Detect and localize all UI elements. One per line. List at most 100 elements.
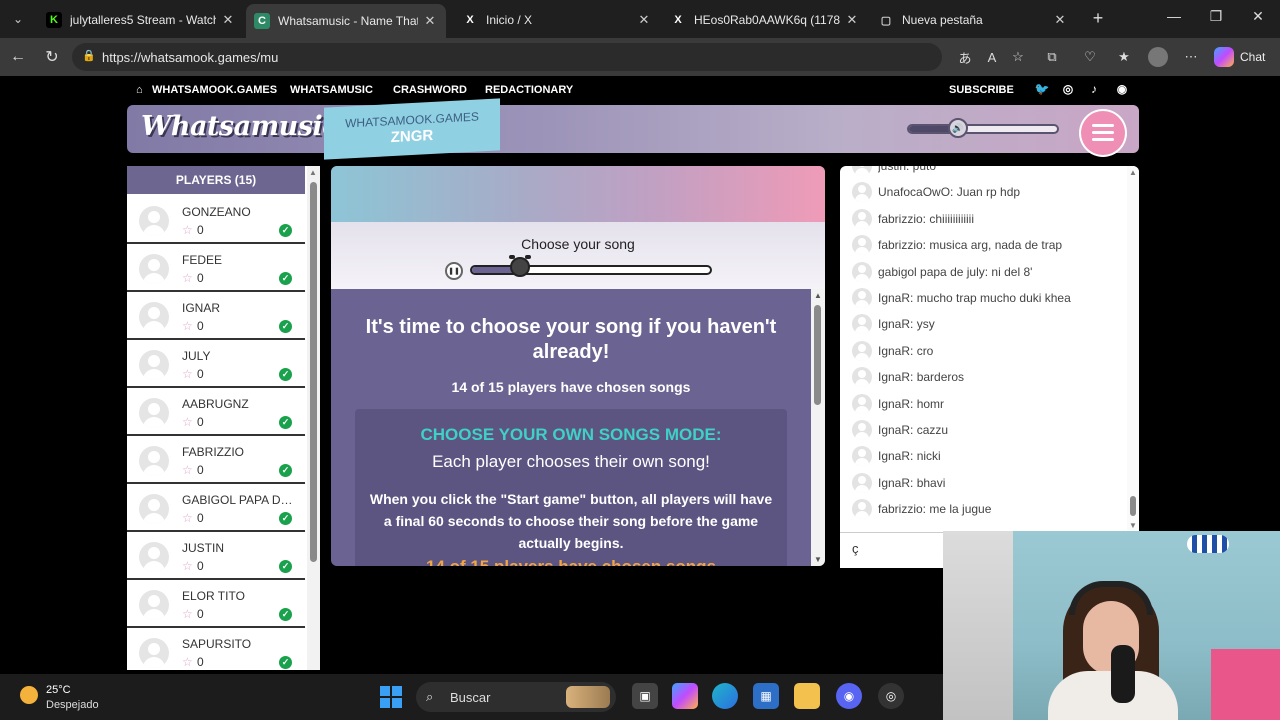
tab-close-icon[interactable]: ✕ [1052,12,1068,28]
home-icon[interactable]: ⌂ [136,84,143,96]
weather-widget[interactable]: 25°C Despejado [20,682,120,714]
tab-close-icon[interactable]: ✕ [422,13,438,29]
chat-avatar [852,261,872,282]
windows-start-icon[interactable] [380,686,402,708]
browser-tab-whatsamusic[interactable]: C Whatsamusic - Name That Tune ✕ [246,4,446,38]
whatsamusic-logo[interactable]: Whatsamusic [141,111,339,142]
player-avatar [139,446,169,476]
obs-app-icon[interactable]: ◎ [878,683,904,709]
more-menu-icon[interactable]: ⋯ [1181,47,1201,67]
player-row: AABRUGNZ ☆ 0 ✓ [127,388,305,436]
players-scrollbar[interactable]: ▲ [307,166,320,670]
translate-icon[interactable]: あ [955,47,975,67]
restore-icon[interactable]: ❐ [1196,8,1236,25]
browser-tab-x-home[interactable]: X Inicio / X ✕ [454,6,660,34]
windows-taskbar: 25°C Despejado ⌕ Buscar ▣ ▦ ◉ ◎ [0,674,943,720]
player-avatar [139,206,169,236]
check-icon: ✓ [279,464,292,477]
favorites-icon[interactable]: ★ [1114,47,1134,67]
back-arrow-icon[interactable]: ← [8,47,28,67]
player-row: GABIGOL PAPA DE JULY ☆ 0 ✓ [127,484,305,532]
discord-app-icon[interactable]: ◉ [836,683,862,709]
favorite-star-icon[interactable]: ☆ [1008,47,1028,67]
tab-close-icon[interactable]: ✕ [220,12,236,28]
scroll-down-arrow-icon[interactable]: ▼ [1129,521,1137,530]
mode-description: When you click the "Start game" button, … [369,491,773,551]
chat-message: IgnaR: mucho trap mucho duki khea [852,288,1124,308]
game-scrollbar[interactable]: ▲ ▼ [811,289,825,566]
player-name: FABRIZZIO [182,445,245,459]
new-tab-plus-icon[interactable]: + [1088,8,1108,28]
scroll-up-arrow-icon[interactable]: ▲ [814,291,822,300]
chat-message-text: IgnaR: nicki [878,449,941,464]
chat-message-text: fabrizzio: me la jugue [878,502,992,517]
address-bar[interactable]: 🔒 https://whatsamook.games/mu [72,43,942,71]
chat-scrollbar[interactable]: ▲ ▼ [1127,166,1139,532]
profile-avatar[interactable] [1148,47,1168,67]
scroll-up-arrow-icon[interactable]: ▲ [309,168,317,177]
volume-knob-speaker-icon[interactable]: 🔊 [948,118,968,138]
browser-tab-x-image[interactable]: X HEos0Rab0AAWK6q (1178×646) ✕ [662,6,868,34]
chat-message: IgnaR: homr [852,393,1124,414]
reload-icon[interactable]: ↻ [42,47,62,67]
choose-song-headline: It's time to choose your song if you hav… [365,316,777,363]
nav-whatsamusic-link[interactable]: WHATSAMUSIC [290,84,373,96]
scrollbar-thumb[interactable] [310,182,317,562]
minimize-icon[interactable]: — [1154,8,1194,24]
browser-tab-kick[interactable]: K julytalleres5 Stream - Watch Liv ✕ [38,6,244,34]
chat-input[interactable]: ç [840,532,944,568]
pause-button-icon[interactable]: ❚❚ [445,262,463,280]
taskbar-search[interactable]: ⌕ Buscar [416,682,616,712]
mode-info-box: CHOOSE YOUR OWN SONGS MODE: Each player … [355,409,787,566]
tab-close-icon[interactable]: ✕ [636,12,652,28]
game-header: Whatsamusic WHATSAMOOK.GAMES ZNGR 🔊 [127,98,1139,160]
x-favicon-icon: X [466,14,474,26]
tab-actions-icon[interactable]: ⌄ [8,9,28,29]
room-code-tag: WHATSAMOOK.GAMES ZNGR [324,98,500,160]
players-header: PLAYERS (15) [127,166,305,194]
scroll-up-arrow-icon[interactable]: ▲ [1129,168,1137,177]
nav-redactionary-link[interactable]: REDACTIONARY [485,84,573,96]
player-score: 0 [197,271,204,285]
player-avatar [139,302,169,332]
volume-slider[interactable]: 🔊 [907,118,1059,138]
copilot-icon [1214,47,1234,67]
microsoft-store-icon[interactable]: ▦ [753,683,779,709]
chat-avatar [852,420,872,440]
nav-subscribe-link[interactable]: SUBSCRIBE [949,84,1014,96]
chat-message: IgnaR: bhavi [852,472,1124,493]
scroll-down-arrow-icon[interactable]: ▼ [814,555,822,564]
discord-icon[interactable]: ◉ [1114,82,1130,98]
player-score: 0 [197,655,204,669]
nav-home-link[interactable]: WHATSAMOOK.GAMES [152,84,277,96]
nav-crashword-link[interactable]: CRASHWORD [393,84,467,96]
task-view-icon[interactable]: ▣ [632,683,658,709]
check-icon: ✓ [279,272,292,285]
tab-close-icon[interactable]: ✕ [844,12,860,28]
player-score: 0 [197,415,204,429]
instagram-icon[interactable]: ◎ [1060,82,1076,98]
copilot-app-icon[interactable] [672,683,698,709]
check-icon: ✓ [279,512,292,525]
copilot-chat-button[interactable]: Chat [1214,47,1265,67]
edge-browser-icon[interactable] [712,683,738,709]
webcam-overlay [943,531,1280,720]
player-score: 0 [197,223,204,237]
tiktok-icon[interactable]: ♪ [1086,82,1102,98]
song-progress-bar[interactable] [470,255,712,277]
player-name: SAPURSITO [182,637,252,651]
chat-message: IgnaR: barderos [852,367,1124,388]
twitter-icon[interactable]: 🐦 [1034,82,1050,98]
close-window-icon[interactable]: ✕ [1238,8,1278,25]
browser-essentials-icon[interactable]: ♡ [1080,47,1100,67]
extensions-icon[interactable]: ⧉ [1042,47,1062,67]
read-aloud-icon[interactable]: A [982,47,1002,67]
scrollbar-thumb[interactable] [814,305,821,405]
site-info-icon[interactable]: 🔒 [82,49,96,63]
scrollbar-thumb[interactable] [1130,496,1136,516]
file-explorer-icon[interactable] [794,683,820,709]
hamburger-menu-button[interactable] [1081,111,1125,155]
player-score: 0 [197,463,204,477]
browser-tab-new[interactable]: ▢ Nueva pestaña ✕ [870,6,1076,34]
star-icon: ☆ [182,607,193,621]
